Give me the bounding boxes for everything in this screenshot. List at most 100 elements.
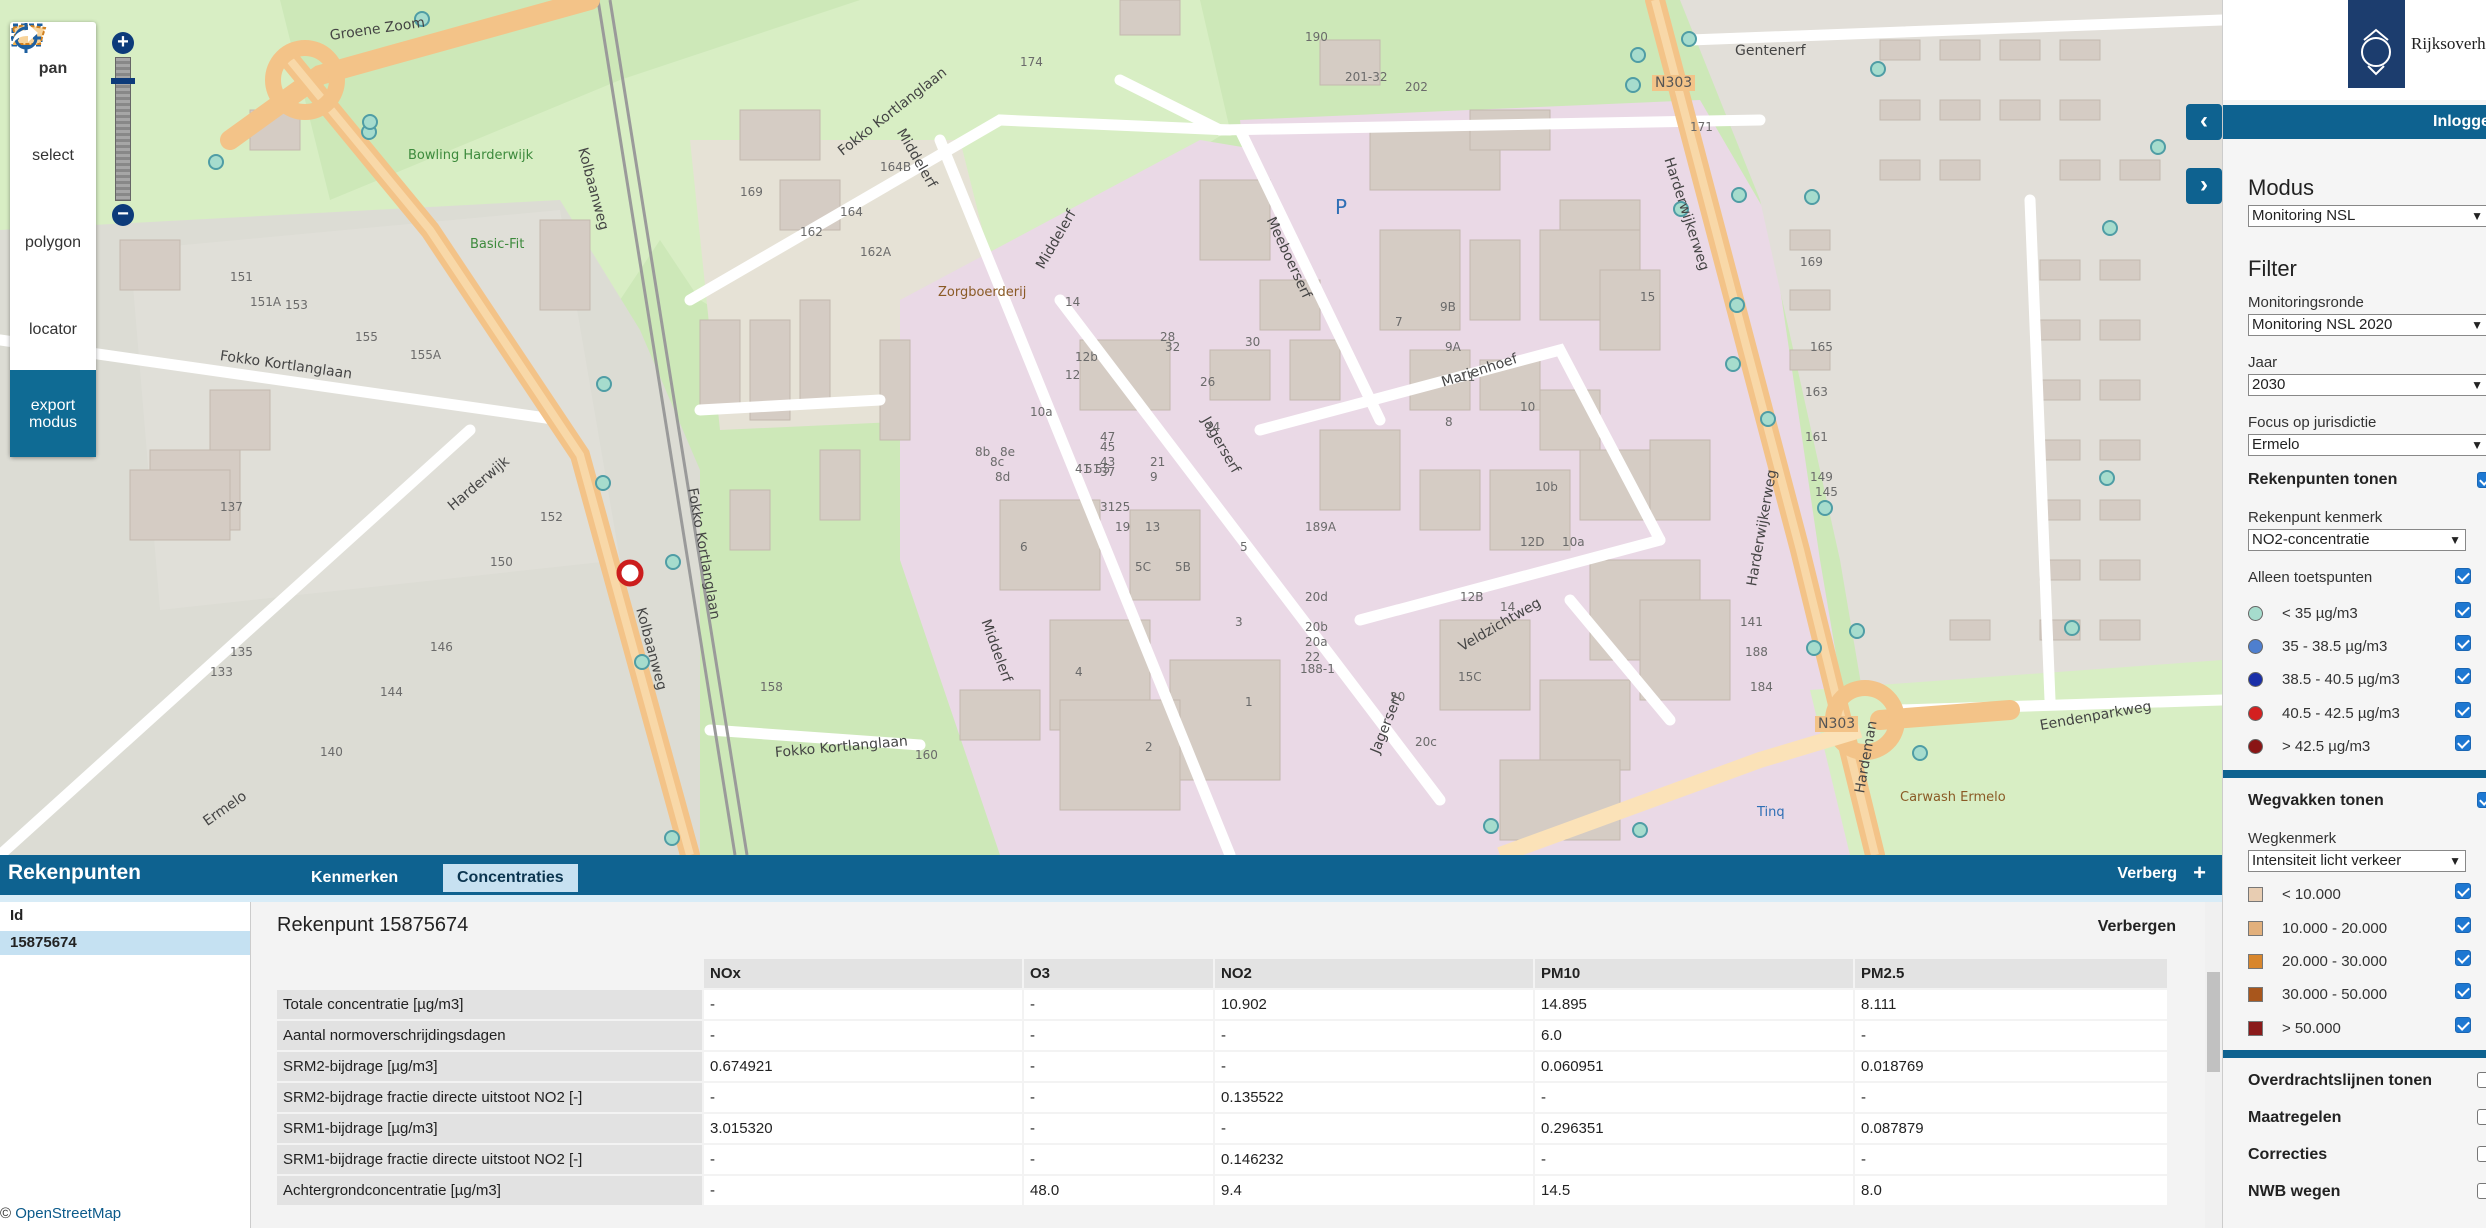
legend-checkbox[interactable] (2455, 702, 2471, 718)
legend-checkbox[interactable] (2455, 983, 2471, 999)
house-number-label: 45 (1100, 440, 1116, 454)
table-cell: 14.5 (1535, 1176, 1853, 1205)
house-number-label: 189A (1305, 520, 1337, 534)
expand-right-button[interactable]: › (2186, 168, 2222, 204)
rekenpunt-kenmerk-select[interactable]: NO2-concentratie ▼ (2248, 529, 2466, 551)
house-number-label: 165 (1810, 340, 1833, 354)
column-header: PM2.5 (1855, 959, 2167, 988)
sidebar-header: Rijksoverheid (2223, 0, 2486, 100)
correcties-row: Correcties (2223, 1146, 2486, 1164)
login-link[interactable]: Inloggen (2433, 105, 2486, 139)
legend-checkbox[interactable] (2455, 735, 2471, 751)
alleen-toetspunten-row: Alleen toetspunten (2223, 569, 2486, 586)
openstreetmap-link[interactable]: OpenStreetMap (15, 1205, 121, 1222)
house-number-label: 162A (860, 245, 892, 259)
alleen-toetspunten-checkbox[interactable] (2455, 568, 2471, 584)
export-label-line2: modus (28, 413, 78, 431)
maatregelen-label: Maatregelen (2248, 1109, 2342, 1126)
house-number-label: 184 (1750, 680, 1773, 694)
house-number-label: 7 (1395, 315, 1403, 329)
legend-label: < 10.000 (2282, 886, 2341, 903)
house-number-label: 12 (1065, 368, 1081, 382)
house-number-label: 151A (250, 295, 282, 309)
select-tool-button[interactable]: select (10, 23, 96, 196)
house-number-label: 10a (1030, 405, 1053, 419)
legend-swatch (2248, 887, 2263, 902)
chevron-down-icon: ▼ (2449, 533, 2461, 547)
rekenpunt-kenmerk-group: Rekenpunt kenmerk NO2-concentratie ▼ (2223, 509, 2486, 551)
legend-checkbox[interactable] (2455, 950, 2471, 966)
street-label: Gentenerf (1735, 43, 1806, 59)
house-number-label: 171 (1690, 120, 1713, 134)
table-cell: 14.895 (1535, 990, 1853, 1019)
house-number-label: 2 (1145, 740, 1153, 754)
house-number-label: 152 (540, 510, 563, 524)
tab-kenmerken[interactable]: Kenmerken (297, 864, 412, 892)
table-cell: 0.146232 (1215, 1145, 1533, 1174)
table-row: SRM1-bijdrage [µg/m3] 3.015320 - - 0.296… (277, 1114, 2167, 1143)
house-number-label: 9B (1440, 300, 1456, 314)
table-cell: - (1215, 1021, 1533, 1050)
map-canvas[interactable]: Groene Zoom Fokko Kortlanglaan Fokko Kor… (0, 0, 2222, 855)
table-cell: 10.902 (1215, 990, 1533, 1019)
house-number-label: 144 (380, 685, 403, 699)
jaar-group: Jaar 2030 ▼ (2223, 354, 2486, 396)
detail-scrollbar[interactable] (2205, 902, 2222, 1228)
monitoringsronde-select[interactable]: Monitoring NSL 2020 ▼ (2248, 314, 2486, 336)
table-cell: - (1855, 1083, 2167, 1112)
export-mode-button[interactable]: export modus (10, 24, 96, 457)
id-list-item[interactable]: 15875674 (0, 931, 250, 955)
zoom-out-button[interactable]: − (112, 204, 134, 226)
legend-swatch (2248, 921, 2263, 936)
wegkenmerk-select[interactable]: Intensiteit licht verkeer ▼ (2248, 850, 2466, 872)
collapse-left-button[interactable]: ‹ (2186, 104, 2222, 140)
tab-concentraties[interactable]: Concentraties (443, 864, 578, 892)
house-number-label: 201-32 (1345, 70, 1388, 84)
table-cell: - (704, 990, 1022, 1019)
correcties-checkbox[interactable] (2477, 1146, 2486, 1162)
maatregelen-checkbox[interactable] (2477, 1109, 2486, 1125)
polygon-tool-button[interactable]: polygon (10, 23, 96, 283)
legend-swatch (2248, 706, 2263, 721)
scrollbar-thumb[interactable] (2207, 972, 2220, 1072)
nwb-wegen-checkbox[interactable] (2477, 1183, 2486, 1199)
filter-title: Filter (2248, 256, 2297, 281)
row-label: Achtergrondconcentratie [µg/m3] (277, 1176, 702, 1205)
table-cell: 0.674921 (704, 1052, 1022, 1081)
legend-checkbox[interactable] (2455, 883, 2471, 899)
column-header: O3 (1024, 959, 1213, 988)
row-label: SRM1-bijdrage fractie directe uitstoot N… (277, 1145, 702, 1174)
overdrachtslijnen-checkbox[interactable] (2477, 1072, 2486, 1088)
modus-select[interactable]: Monitoring NSL ▼ (2248, 205, 2486, 227)
legend-label: > 42.5 µg/m3 (2282, 738, 2371, 755)
house-number-label: 155 (355, 330, 378, 344)
legend-checkbox[interactable] (2455, 635, 2471, 651)
jaar-select[interactable]: 2030 ▼ (2248, 374, 2486, 396)
legend-checkbox[interactable] (2455, 1017, 2471, 1033)
legend-checkbox[interactable] (2455, 917, 2471, 933)
wegvakken-tonen-checkbox[interactable] (2477, 792, 2486, 808)
table-cell: 0.018769 (1855, 1052, 2167, 1081)
table-cell: - (1855, 1145, 2167, 1174)
legend-checkbox[interactable] (2455, 668, 2471, 684)
verberg-button[interactable]: Verberg (2117, 865, 2177, 883)
locator-tool-button[interactable]: locator (10, 23, 96, 370)
table-cell: - (1855, 1021, 2167, 1050)
table-row: Totale concentratie [µg/m3] - - 10.902 1… (277, 990, 2167, 1019)
legend-checkbox[interactable] (2455, 602, 2471, 618)
zoom-in-button[interactable]: + (112, 32, 134, 54)
house-number-label: 141 (1740, 615, 1763, 629)
house-number-label: 32 (1165, 340, 1181, 354)
rekenpunten-tonen-checkbox[interactable] (2477, 472, 2486, 488)
legend-swatch (2248, 739, 2263, 754)
add-button[interactable]: + (2193, 860, 2206, 886)
focus-select[interactable]: Ermelo ▼ (2248, 434, 2486, 456)
house-number-label: 3 (1235, 615, 1243, 629)
house-number-label: 153 (285, 298, 308, 312)
table-cell: - (1535, 1145, 1853, 1174)
zoom-slider-thumb[interactable] (111, 78, 135, 84)
road-shield: N303 (1652, 75, 1696, 91)
house-number-label: 6 (1020, 540, 1028, 554)
verbergen-button[interactable]: Verbergen (2098, 918, 2176, 936)
column-header: NOx (704, 959, 1022, 988)
